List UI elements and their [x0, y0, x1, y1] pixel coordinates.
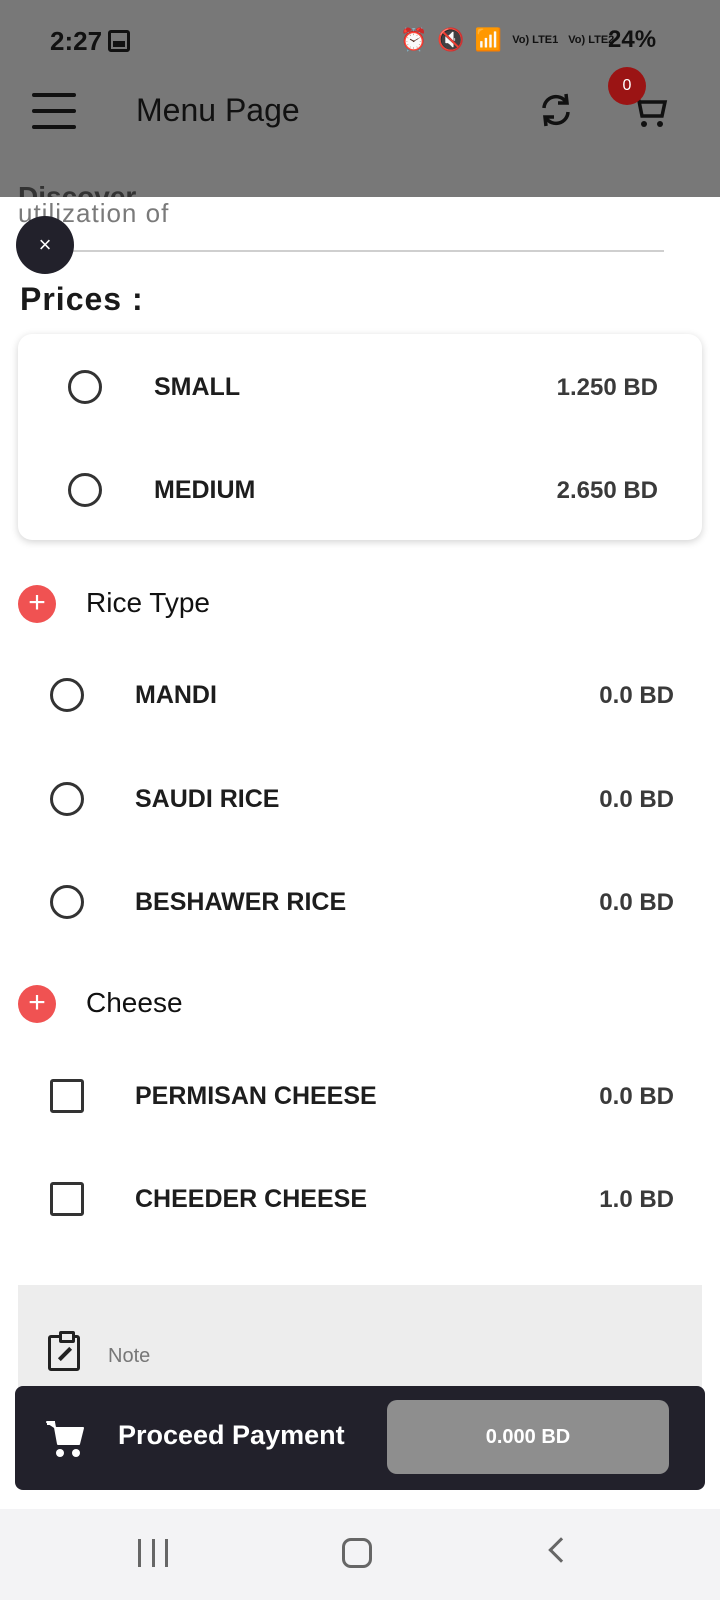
back-icon[interactable]: [548, 1537, 574, 1563]
note-field[interactable]: Note: [18, 1285, 702, 1389]
system-icons: ⏰ 🔇 📶 Vo) LTE1 Vo) LTE2: [400, 27, 614, 53]
mute-icon: 🔇: [437, 27, 465, 52]
alarm-icon: ⏰: [400, 27, 428, 52]
payment-total: 0.000 BD: [387, 1400, 669, 1474]
radio-button[interactable]: [68, 473, 102, 507]
radio-button[interactable]: [50, 678, 84, 712]
option-label: PERMISAN CHEESE: [135, 1082, 377, 1110]
price-option-label: MEDIUM: [154, 476, 256, 504]
note-placeholder: Note: [108, 1345, 151, 1367]
system-navigation-bar: [0, 1509, 720, 1600]
price-option-medium[interactable]: MEDIUM 2.650 BD: [18, 459, 702, 519]
sim1-label: Vo) LTE1: [512, 33, 559, 46]
prices-title: Prices :: [20, 281, 144, 317]
cart-icon: [46, 1421, 84, 1457]
proceed-payment-bar[interactable]: Proceed Payment 0.000 BD: [15, 1386, 705, 1490]
option-cheeder-cheese[interactable]: CHEEDER CHEESE 1.0 BD: [0, 1169, 720, 1229]
status-time: 2:27: [50, 26, 103, 56]
add-icon[interactable]: +: [18, 985, 56, 1023]
option-price: 0.0 BD: [599, 786, 674, 813]
battery-level: 24%: [608, 26, 657, 53]
recent-apps-icon[interactable]: [138, 1539, 168, 1567]
prices-card: SMALL 1.250 BD MEDIUM 2.650 BD: [18, 334, 702, 540]
option-label: CHEEDER CHEESE: [135, 1185, 367, 1213]
page-title: Menu Page: [136, 92, 300, 128]
edit-note-icon: [48, 1331, 80, 1371]
price-option-label: SMALL: [154, 373, 241, 401]
radio-button[interactable]: [50, 782, 84, 816]
price-option-value: 2.650 BD: [556, 477, 658, 504]
gallery-icon: [108, 30, 130, 52]
option-permisan-cheese[interactable]: PERMISAN CHEESE 0.0 BD: [0, 1066, 720, 1126]
group-header-cheese: + Cheese: [18, 981, 698, 1025]
option-label: BESHAWER RICE: [135, 888, 347, 916]
behind-heading: Discover: [18, 181, 137, 197]
option-label: MANDI: [135, 681, 217, 709]
checkbox[interactable]: [50, 1182, 84, 1216]
product-options-sheet: utilization of × Prices : SMALL 1.250 BD…: [0, 197, 720, 1509]
sync-icon[interactable]: [536, 90, 576, 130]
radio-button[interactable]: [50, 885, 84, 919]
proceed-payment-label: Proceed Payment: [118, 1420, 345, 1450]
option-beshawer-rice[interactable]: BESHAWER RICE 0.0 BD: [0, 872, 720, 932]
group-title: Rice Type: [86, 587, 210, 618]
option-price: 0.0 BD: [599, 1083, 674, 1110]
group-header-rice-type: + Rice Type: [18, 581, 698, 625]
option-price: 1.0 BD: [599, 1186, 674, 1213]
add-icon[interactable]: +: [18, 585, 56, 623]
checkbox[interactable]: [50, 1079, 84, 1113]
price-option-small[interactable]: SMALL 1.250 BD: [18, 356, 702, 416]
option-price: 0.0 BD: [599, 889, 674, 916]
radio-button[interactable]: [68, 370, 102, 404]
close-button[interactable]: ×: [16, 216, 74, 274]
option-saudi-rice[interactable]: SAUDI RICE 0.0 BD: [0, 769, 720, 829]
group-title: Cheese: [86, 987, 183, 1018]
option-label: SAUDI RICE: [135, 785, 280, 813]
option-mandi[interactable]: MANDI 0.0 BD: [0, 665, 720, 725]
hamburger-menu-icon[interactable]: [32, 93, 76, 129]
home-icon[interactable]: [342, 1538, 372, 1568]
dimmed-overlay: 2:27 ⏰ 🔇 📶 Vo) LTE1 Vo) LTE2 24% Menu Pa…: [0, 0, 720, 197]
wifi-icon: 📶: [474, 27, 503, 52]
option-price: 0.0 BD: [599, 682, 674, 709]
status-bar: 2:27 ⏰ 🔇 📶 Vo) LTE1 Vo) LTE2 24%: [0, 0, 720, 80]
cart-count-badge: 0: [608, 67, 646, 105]
price-option-value: 1.250 BD: [556, 374, 658, 401]
divider: [18, 250, 664, 252]
